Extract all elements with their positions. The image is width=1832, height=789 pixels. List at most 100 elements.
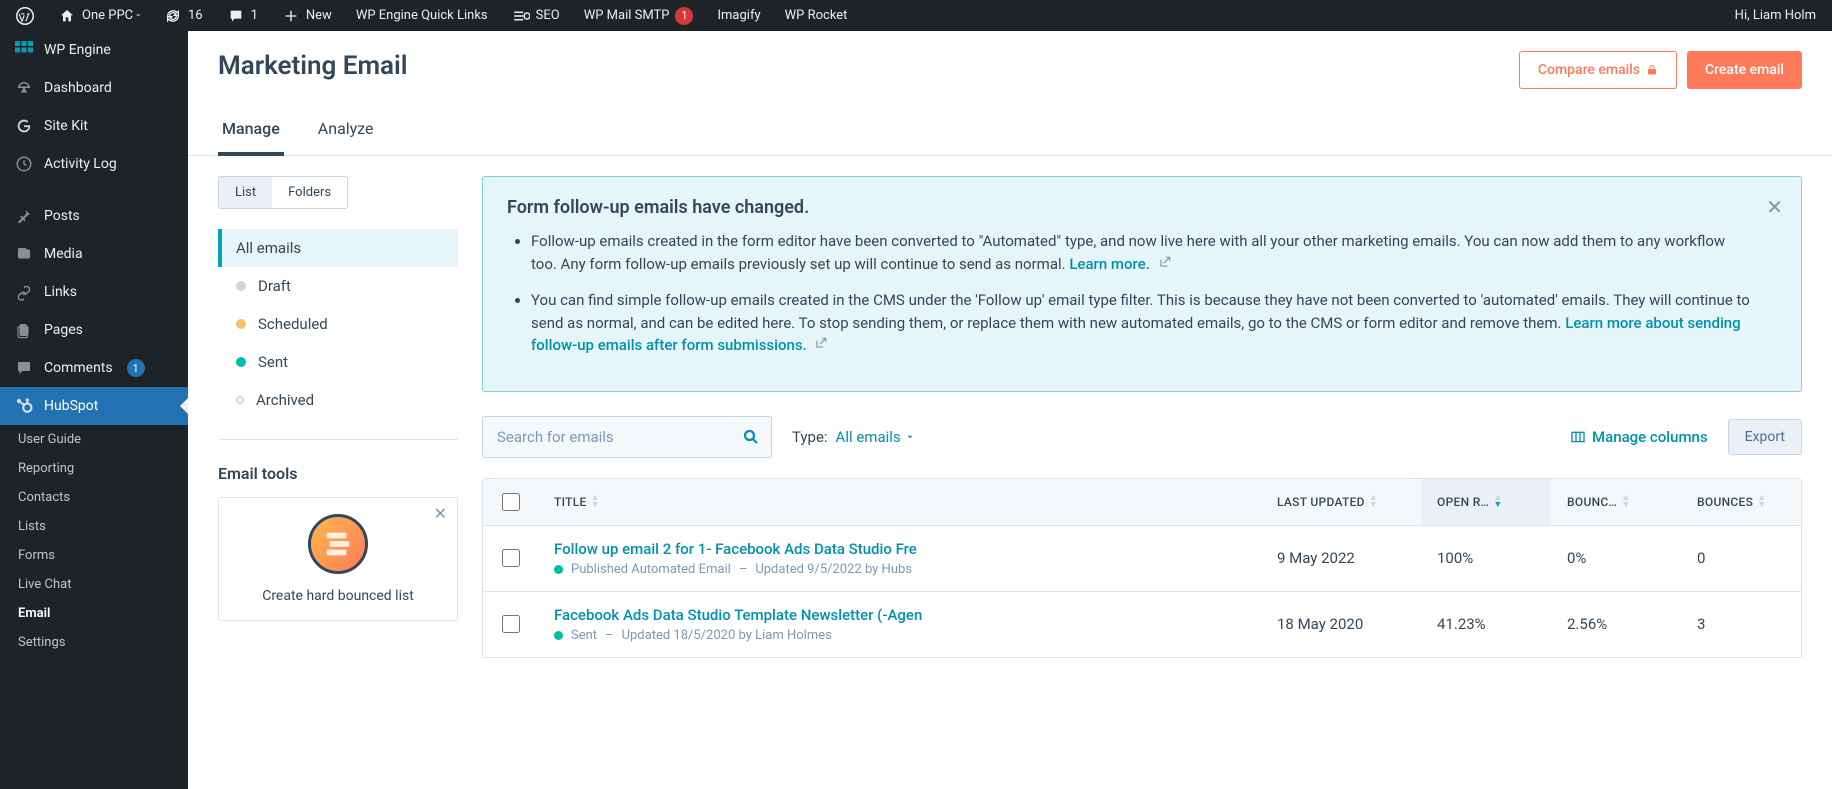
th-bounce-rate[interactable]: BOUNC… ▲▼ xyxy=(1551,479,1681,525)
wp-logo[interactable] xyxy=(8,0,42,31)
filter-all[interactable]: All emails xyxy=(218,229,458,267)
new-label: New xyxy=(306,8,332,23)
sort-icon: ▲▼ xyxy=(591,495,600,508)
notice-bullet-2: You can find simple follow-up emails cre… xyxy=(531,289,1751,357)
sidebar-item-hubspot[interactable]: HubSpot xyxy=(0,387,188,425)
sidebar-item-activity[interactable]: Activity Log xyxy=(0,145,188,183)
wordpress-icon xyxy=(16,7,34,25)
sidebar-item-pages[interactable]: Pages xyxy=(0,311,188,349)
sidebar-item-posts[interactable]: Posts xyxy=(0,197,188,235)
email-meta: Sent – Updated 18/5/2020 by Liam Holmes xyxy=(554,628,1245,643)
notice-title: Form follow-up emails have changed. xyxy=(507,197,1751,218)
email-title-link[interactable]: Facebook Ads Data Studio Template Newsle… xyxy=(554,606,1245,624)
close-icon[interactable]: ✕ xyxy=(1766,195,1783,219)
email-title-link[interactable]: Follow up email 2 for 1- Facebook Ads Da… xyxy=(554,540,1245,558)
email-meta: Published Automated Email – Updated 9/5/… xyxy=(554,562,1245,577)
th-updated[interactable]: LAST UPDATED ▲▼ xyxy=(1261,479,1421,525)
th-open-rate[interactable]: OPEN R… ▲▼ xyxy=(1421,479,1551,525)
table-row: Facebook Ads Data Studio Template Newsle… xyxy=(483,592,1801,657)
th-title[interactable]: TITLE ▲▼ xyxy=(538,479,1261,525)
refresh-icon xyxy=(164,7,182,25)
filter-sent[interactable]: Sent xyxy=(218,343,458,381)
th-checkbox xyxy=(483,479,538,525)
comments-count: 1 xyxy=(251,8,258,23)
table-row: Follow up email 2 for 1- Facebook Ads Da… xyxy=(483,526,1801,592)
sort-icon: ▲▼ xyxy=(1493,495,1502,508)
site-link[interactable]: One PPC - xyxy=(50,0,148,31)
tab-analyze[interactable]: Analyze xyxy=(314,109,378,156)
plus-icon xyxy=(282,7,300,25)
create-email-button[interactable]: Create email xyxy=(1687,51,1802,89)
sidebar-sub-userguide[interactable]: User Guide xyxy=(0,425,188,454)
cell-bounces: 3 xyxy=(1681,592,1801,657)
wpengine-quicklinks[interactable]: WP Engine Quick Links xyxy=(348,0,496,31)
home-icon xyxy=(58,7,76,25)
tab-manage[interactable]: Manage xyxy=(218,109,284,156)
user-greeting[interactable]: Hi, Liam Holm xyxy=(1727,0,1824,31)
search-input[interactable] xyxy=(482,416,772,458)
toggle-list[interactable]: List xyxy=(219,177,272,208)
external-link-icon xyxy=(814,336,828,350)
media-icon xyxy=(14,244,34,264)
manage-columns-button[interactable]: Manage columns xyxy=(1570,428,1708,446)
sidebar-sub-livechat[interactable]: Live Chat xyxy=(0,570,188,599)
updates-link[interactable]: 16 xyxy=(156,0,211,31)
sort-icon: ▲▼ xyxy=(1369,495,1378,508)
sidebar-item-media[interactable]: Media xyxy=(0,235,188,273)
main-content: Marketing Email Compare emails Create em… xyxy=(188,31,1832,789)
smtp-link[interactable]: WP Mail SMTP 1 xyxy=(576,0,702,31)
filter-archived[interactable]: Archived xyxy=(218,381,458,419)
sidebar-item-wpengine[interactable]: WP Engine xyxy=(0,31,188,69)
updates-count: 16 xyxy=(188,8,203,23)
cell-bounce-rate: 2.56% xyxy=(1551,592,1681,657)
search-icon[interactable] xyxy=(742,428,760,446)
pin-icon xyxy=(14,206,34,226)
sidebar-sub-forms[interactable]: Forms xyxy=(0,541,188,570)
export-button[interactable]: Export xyxy=(1728,419,1802,455)
wprocket-link[interactable]: WP Rocket xyxy=(777,0,856,31)
select-all-checkbox[interactable] xyxy=(502,493,520,511)
sidebar-item-dashboard[interactable]: Dashboard xyxy=(0,69,188,107)
sidebar-item-links[interactable]: Links xyxy=(0,273,188,311)
imagify-link[interactable]: Imagify xyxy=(709,0,768,31)
th-bounces[interactable]: BOUNCES ▲▼ xyxy=(1681,479,1801,525)
row-checkbox[interactable] xyxy=(502,615,520,633)
seo-link[interactable]: SEO xyxy=(504,0,568,31)
sidebar-sub-contacts[interactable]: Contacts xyxy=(0,483,188,512)
tool-card-text: Create hard bounced list xyxy=(235,588,441,604)
new-link[interactable]: New xyxy=(274,0,340,31)
sidebar-item-comments[interactable]: Comments 1 xyxy=(0,349,188,387)
page-title: Marketing Email xyxy=(218,51,408,81)
sidebar-sub-reporting[interactable]: Reporting xyxy=(0,454,188,483)
learn-more-link-1[interactable]: Learn more. xyxy=(1069,255,1150,273)
type-dropdown[interactable]: All emails xyxy=(836,428,915,446)
close-icon[interactable]: ✕ xyxy=(434,504,447,523)
notice-bullet-1: Follow-up emails created in the form edi… xyxy=(531,230,1751,275)
sidebar-item-sitekit[interactable]: Site Kit xyxy=(0,107,188,145)
type-filter: Type: All emails xyxy=(792,428,915,446)
filter-scheduled[interactable]: Scheduled xyxy=(218,305,458,343)
cell-bounce-rate: 0% xyxy=(1551,526,1681,591)
google-icon xyxy=(14,116,34,136)
smtp-badge: 1 xyxy=(675,7,693,25)
sidebar-sub-email[interactable]: Email xyxy=(0,599,188,628)
dot-icon xyxy=(236,319,246,329)
status-dot-icon xyxy=(554,565,563,574)
cell-bounces: 0 xyxy=(1681,526,1801,591)
filter-draft[interactable]: Draft xyxy=(218,267,458,305)
comments-link[interactable]: 1 xyxy=(219,0,266,31)
pages-icon xyxy=(14,320,34,340)
seo-icon xyxy=(512,7,530,25)
sidebar-sub-settings[interactable]: Settings xyxy=(0,628,188,657)
sidebar-sub-lists[interactable]: Lists xyxy=(0,512,188,541)
table-header: TITLE ▲▼ LAST UPDATED ▲▼ OPEN R… ▲▼ BO xyxy=(483,479,1801,526)
row-checkbox[interactable] xyxy=(502,549,520,567)
columns-icon xyxy=(1570,430,1586,444)
toggle-folders[interactable]: Folders xyxy=(272,177,347,208)
tool-card-bounced[interactable]: ✕ Create hard bounced list xyxy=(218,497,458,621)
view-toggle: List Folders xyxy=(218,176,348,209)
chevron-down-icon xyxy=(905,432,915,442)
email-tools-title: Email tools xyxy=(218,464,458,483)
compare-emails-button[interactable]: Compare emails xyxy=(1519,51,1677,89)
sort-icon: ▲▼ xyxy=(1621,495,1630,508)
